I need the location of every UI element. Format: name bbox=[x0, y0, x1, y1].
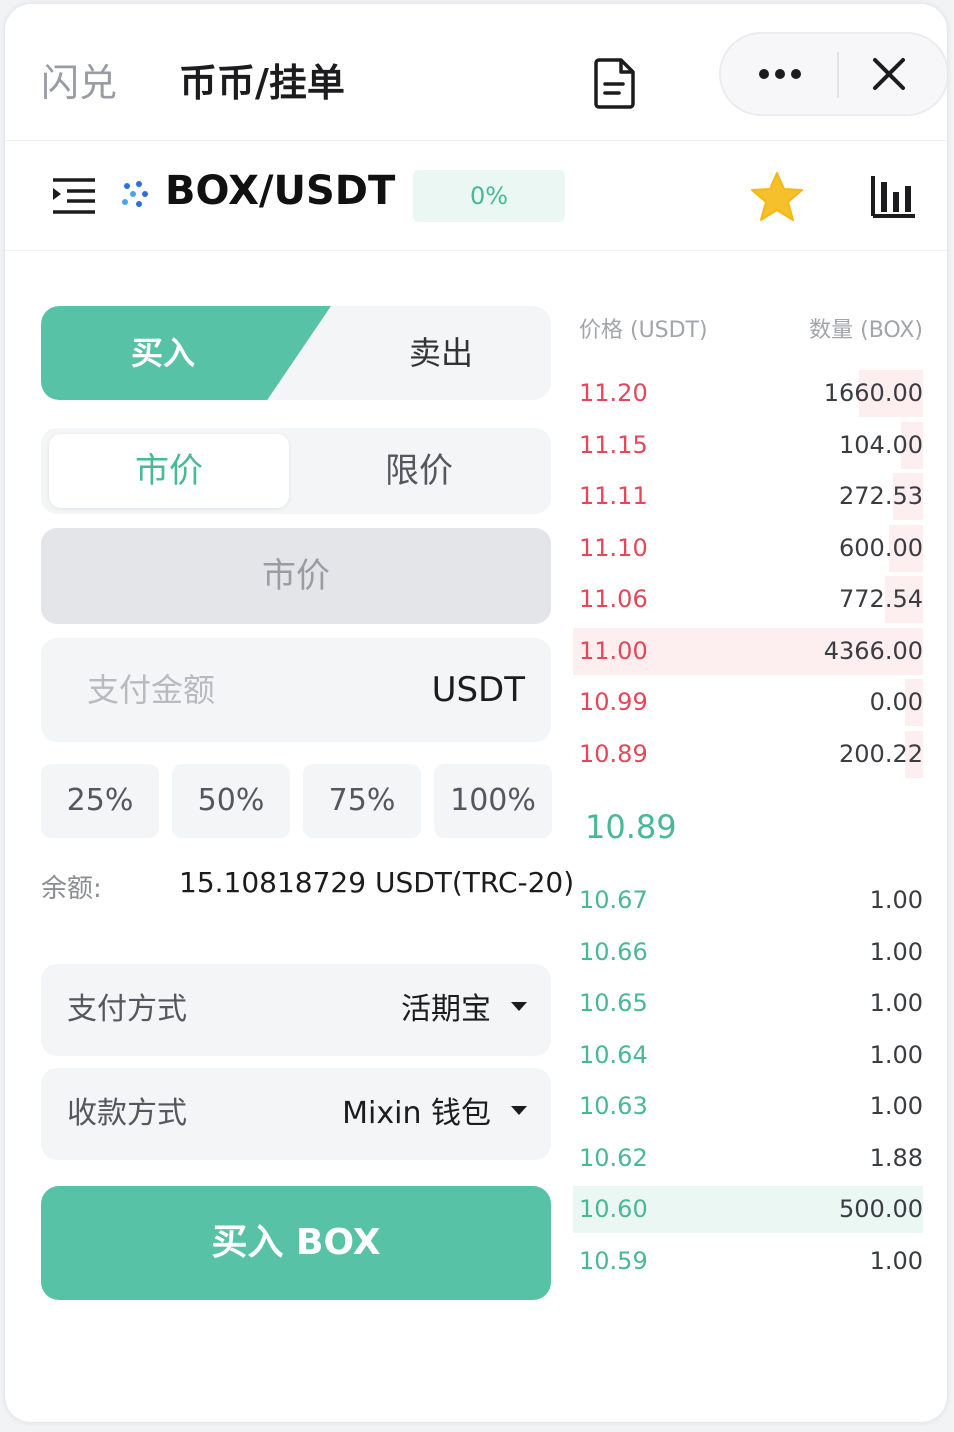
menu-icon[interactable] bbox=[51, 176, 97, 216]
order-price: 10.89 bbox=[579, 739, 648, 768]
order-qty: 500.00 bbox=[839, 1195, 923, 1223]
order-type-toggle: 市价 限价 bbox=[41, 428, 551, 514]
percent-75-button[interactable]: 75% bbox=[303, 764, 421, 838]
tab-flash-swap[interactable]: 闪兑 bbox=[41, 52, 117, 107]
order-qty: 272.53 bbox=[839, 482, 923, 510]
side-toggle: 买入 卖出 bbox=[41, 306, 551, 400]
star-icon[interactable] bbox=[749, 170, 805, 224]
amount-placeholder: 支付金额 bbox=[87, 671, 216, 709]
controls-divider bbox=[837, 52, 839, 98]
order-qty: 1.00 bbox=[869, 886, 923, 914]
order-price: 11.15 bbox=[579, 430, 648, 459]
order-qty: 4366.00 bbox=[823, 636, 923, 665]
order-price: 11.06 bbox=[579, 585, 648, 613]
order-qty: 1.00 bbox=[869, 1092, 923, 1120]
tab-market-order[interactable]: 市价 bbox=[49, 434, 289, 508]
balance-value: 15.10818729 USDT(TRC-20) bbox=[179, 866, 575, 899]
order-price: 10.59 bbox=[579, 1246, 648, 1275]
ask-row[interactable]: 11.15 104.00 bbox=[573, 420, 923, 471]
order-qty: 200.22 bbox=[839, 739, 923, 768]
ask-row[interactable]: 11.06 772.54 bbox=[573, 574, 923, 625]
orderbook-qty-header: 数量 (BOX) bbox=[809, 318, 923, 343]
order-price: 11.00 bbox=[579, 636, 648, 665]
ask-row[interactable]: 11.10 600.00 bbox=[573, 523, 923, 574]
order-price: 10.62 bbox=[579, 1143, 648, 1172]
pay-method-label: 支付方式 bbox=[67, 992, 187, 1027]
chart-icon[interactable] bbox=[869, 174, 917, 220]
caret-down-icon bbox=[511, 1106, 527, 1115]
percent-50-button[interactable]: 50% bbox=[172, 764, 290, 838]
buy-tab-label[interactable]: 买入 bbox=[41, 306, 285, 400]
order-qty: 772.54 bbox=[839, 585, 923, 613]
order-price: 10.64 bbox=[579, 1040, 648, 1069]
more-icon[interactable] bbox=[755, 56, 805, 92]
box-coin-icon bbox=[122, 181, 148, 207]
pair-name[interactable]: BOX/USDT bbox=[165, 168, 395, 214]
order-price: 11.20 bbox=[579, 379, 648, 407]
caret-down-icon bbox=[511, 1002, 527, 1011]
ask-row[interactable]: 11.00 4366.00 bbox=[573, 626, 923, 677]
bid-row[interactable]: 10.65 1.00 bbox=[573, 978, 923, 1029]
order-qty: 104.00 bbox=[839, 430, 923, 459]
order-qty: 0.00 bbox=[869, 688, 923, 716]
bid-row[interactable]: 10.67 1.00 bbox=[573, 875, 923, 926]
order-price: 10.63 bbox=[579, 1092, 648, 1120]
change-badge: 0% bbox=[413, 170, 565, 222]
amount-unit: USDT bbox=[431, 670, 525, 710]
order-qty: 1.00 bbox=[869, 1246, 923, 1275]
order-qty: 1.00 bbox=[869, 989, 923, 1017]
bid-row[interactable]: 10.59 1.00 bbox=[573, 1236, 923, 1287]
pay-method-value: 活期宝 bbox=[401, 992, 491, 1027]
order-price: 10.60 bbox=[579, 1195, 648, 1223]
order-qty: 1.00 bbox=[869, 937, 923, 966]
amount-field[interactable]: 支付金额 USDT bbox=[41, 638, 551, 742]
pay-method-select[interactable]: 支付方式 活期宝 bbox=[41, 964, 551, 1056]
percent-100-button[interactable]: 100% bbox=[434, 764, 552, 838]
bid-row[interactable]: 10.62 1.88 bbox=[573, 1133, 923, 1184]
last-price: 10.89 bbox=[585, 808, 677, 846]
balance-label: 余额: bbox=[41, 874, 102, 904]
receive-method-value: Mixin 钱包 bbox=[342, 1096, 491, 1131]
ask-row[interactable]: 11.20 1660.00 bbox=[573, 368, 923, 419]
price-field: 市价 bbox=[41, 528, 551, 624]
order-qty: 1.00 bbox=[869, 1040, 923, 1069]
ask-row[interactable]: 10.89 200.22 bbox=[573, 729, 923, 780]
document-icon[interactable] bbox=[593, 56, 639, 110]
receive-method-select[interactable]: 收款方式 Mixin 钱包 bbox=[41, 1068, 551, 1160]
window-controls bbox=[719, 32, 947, 116]
bid-row[interactable]: 10.60 500.00 bbox=[573, 1184, 923, 1235]
order-price: 11.10 bbox=[579, 533, 648, 562]
tab-spot-orders[interactable]: 币币/挂单 bbox=[179, 52, 345, 107]
ask-row[interactable]: 11.11 272.53 bbox=[573, 471, 923, 522]
bid-row[interactable]: 10.64 1.00 bbox=[573, 1030, 923, 1081]
order-qty: 1660.00 bbox=[823, 379, 923, 407]
order-qty: 600.00 bbox=[839, 533, 923, 562]
pair-bar: BOX/USDT 0% bbox=[5, 140, 947, 251]
header: 闪兑 币币/挂单 bbox=[5, 4, 947, 141]
receive-method-label: 收款方式 bbox=[67, 1096, 187, 1131]
order-qty: 1.88 bbox=[869, 1143, 923, 1172]
order-price: 10.66 bbox=[579, 937, 648, 966]
bid-row[interactable]: 10.63 1.00 bbox=[573, 1081, 923, 1132]
order-price: 10.99 bbox=[579, 688, 648, 716]
trade-panel: 闪兑 币币/挂单 BOX/USDT 0% 买入 卖出 市价 限价 市价 支付金额… bbox=[5, 4, 947, 1422]
orderbook-price-header: 价格 (USDT) bbox=[579, 318, 708, 343]
order-price: 11.11 bbox=[579, 482, 648, 510]
order-price: 10.67 bbox=[579, 886, 648, 914]
percent-25-button[interactable]: 25% bbox=[41, 764, 159, 838]
bid-row[interactable]: 10.66 1.00 bbox=[573, 927, 923, 978]
ask-row[interactable]: 10.99 0.00 bbox=[573, 677, 923, 728]
buy-submit-button[interactable]: 买入 BOX bbox=[41, 1186, 551, 1300]
sell-tab[interactable]: 卖出 bbox=[331, 306, 551, 400]
order-price: 10.65 bbox=[579, 989, 648, 1017]
tab-limit-order[interactable]: 限价 bbox=[295, 434, 543, 508]
close-icon[interactable] bbox=[869, 54, 909, 94]
